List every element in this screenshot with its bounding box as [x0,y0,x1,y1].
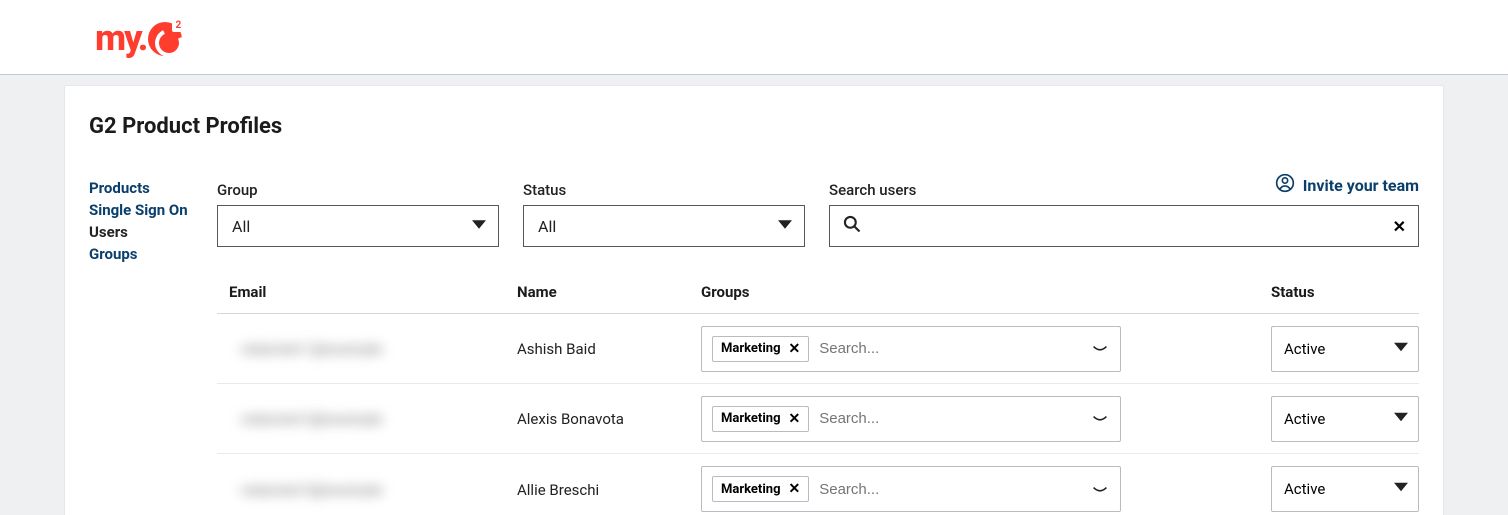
cell-email: redacted-2@example [229,410,382,428]
status-value: Active [1284,410,1325,428]
table-header: Email Name Groups Status [217,273,1419,314]
status-select[interactable]: Active [1271,466,1419,512]
status-filter-value: All [538,217,556,236]
filters-row: Group All Status All [217,177,1419,247]
user-circle-icon [1275,173,1295,197]
groups-tag-input[interactable]: Marketing ✕ [701,396,1121,442]
sidebar-item-products[interactable]: Products [89,177,217,199]
caret-down-icon [778,217,792,236]
logo[interactable]: my. [95,16,182,59]
group-tag-label: Marketing [721,411,781,426]
status-value: Active [1284,340,1325,358]
th-groups: Groups [701,283,1271,301]
th-name: Name [517,283,701,301]
group-tag-label: Marketing [721,341,781,356]
th-status: Status [1271,283,1419,301]
search-icon [842,214,862,238]
group-filter: Group All [217,181,499,247]
logo-text: my. [95,17,146,59]
cell-name: Allie Breschi [517,481,599,499]
page: G2 Product Profiles Products Single Sign… [0,85,1508,515]
top-bar: my. [0,0,1508,75]
remove-tag-icon[interactable]: ✕ [789,481,801,497]
sidebar-item-users[interactable]: Users [89,221,217,243]
chevron-down-icon[interactable] [1092,480,1108,499]
group-filter-label: Group [217,181,499,199]
remove-tag-icon[interactable]: ✕ [789,411,801,427]
groups-tag-input[interactable]: Marketing ✕ [701,326,1121,372]
invite-team-label: Invite your team [1303,176,1419,195]
table-row: redacted-2@example Alexis Bonavota Marke… [217,384,1419,454]
groups-tag-input[interactable]: Marketing ✕ [701,466,1121,512]
invite-team-link[interactable]: Invite your team [1275,173,1419,197]
cell-name: Alexis Bonavota [517,410,624,428]
logo-g2-icon [148,16,182,54]
table-row: redacted-1@example Ashish Baid Marketing… [217,314,1419,384]
clear-search-icon[interactable]: ✕ [1393,217,1406,236]
groups-search-input[interactable] [819,340,1110,357]
status-filter: Status All [523,181,805,247]
group-tag: Marketing ✕ [712,476,809,502]
search-users-input[interactable] [872,217,1406,235]
th-email: Email [217,283,517,301]
group-filter-value: All [232,217,250,236]
group-tag: Marketing ✕ [712,406,809,432]
caret-down-icon [472,217,486,236]
group-tag-label: Marketing [721,482,781,497]
groups-search-input[interactable] [819,410,1110,427]
chevron-down-icon[interactable] [1092,409,1108,428]
chevron-down-icon[interactable] [1092,339,1108,358]
status-select[interactable]: Active [1271,326,1419,372]
cell-name: Ashish Baid [517,340,596,358]
search-users-input-wrapper[interactable]: ✕ [829,205,1419,247]
profiles-card: G2 Product Profiles Products Single Sign… [64,85,1444,515]
group-tag: Marketing ✕ [712,336,809,362]
remove-tag-icon[interactable]: ✕ [789,341,801,357]
main-panel: Invite your team Group All Status [217,177,1419,515]
table-row: redacted-3@example Allie Breschi Marketi… [217,454,1419,515]
status-filter-label: Status [523,181,805,199]
status-value: Active [1284,480,1325,498]
status-select[interactable]: Active [1271,396,1419,442]
cell-email: redacted-3@example [229,481,382,499]
caret-down-icon [1394,340,1408,358]
status-filter-select[interactable]: All [523,205,805,247]
page-title: G2 Product Profiles [89,114,1419,139]
sidebar-item-single-sign-on[interactable]: Single Sign On [89,199,217,221]
group-filter-select[interactable]: All [217,205,499,247]
caret-down-icon [1394,410,1408,428]
users-table: Email Name Groups Status redacted-1@exam… [217,273,1419,515]
sidebar-nav: Products Single Sign On Users Groups [89,177,217,515]
cell-email: redacted-1@example [229,340,382,358]
groups-search-input[interactable] [819,481,1110,498]
sidebar-item-groups[interactable]: Groups [89,243,217,265]
caret-down-icon [1394,480,1408,498]
